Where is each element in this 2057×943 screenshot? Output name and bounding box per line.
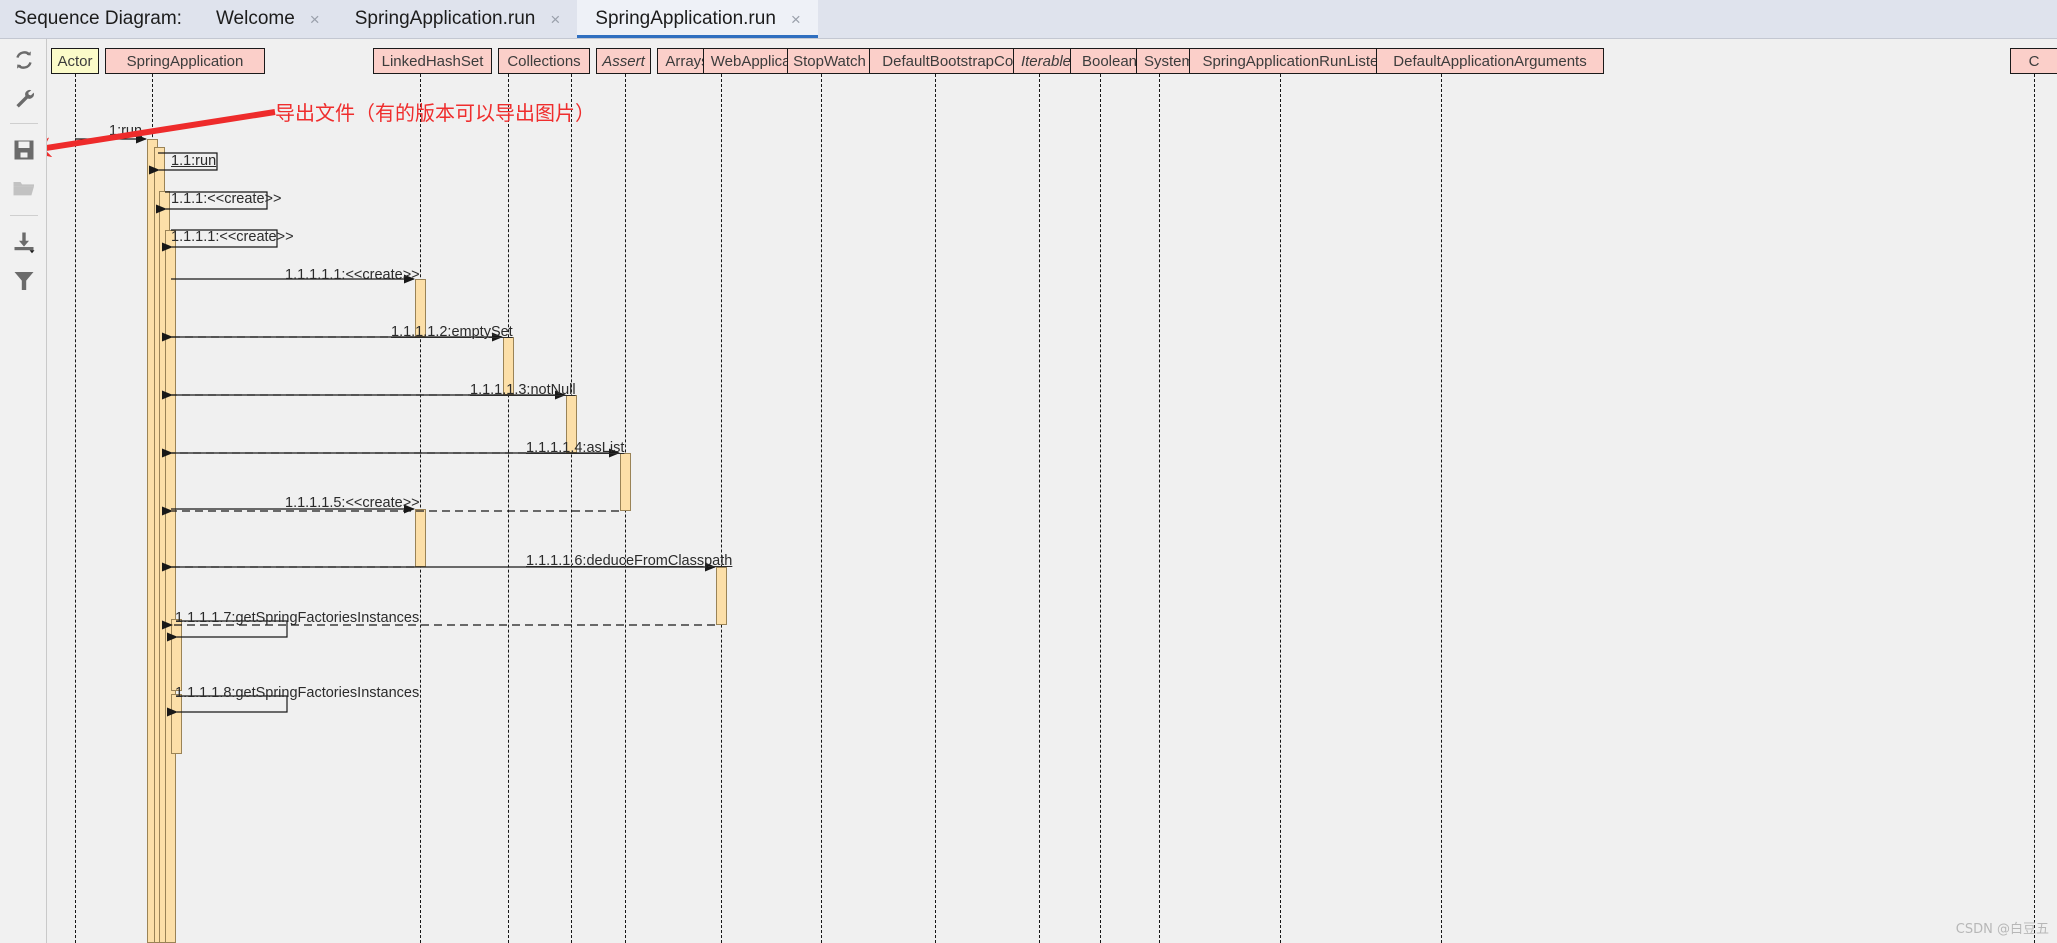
watermark: CSDN @白豆五 (1955, 922, 2049, 937)
refresh-button[interactable] (7, 43, 41, 77)
message-label: 1.1.1.1.7:getSpringFactoriesInstances (175, 610, 420, 626)
sequence-diagram: Actor SpringApplication LinkedHashSet Co… (47, 39, 2057, 943)
message-label: 1.1.1.1.6:deduceFromClasspath (526, 553, 733, 569)
wrench-icon (16, 89, 34, 108)
save-icon (14, 140, 34, 160)
tab-bar: Sequence Diagram: Welcome × SpringApplic… (0, 0, 2057, 39)
message-label: 1:run (109, 123, 143, 139)
message-label: 1.1.1.1.3:notNull (470, 382, 576, 398)
message-label: 1.1.1.1.8:getSpringFactoriesInstances (175, 685, 420, 701)
close-icon[interactable]: × (788, 9, 804, 30)
open-folder-icon (13, 182, 34, 196)
message-label: 1.1.1.1.2:emptySet (391, 324, 513, 340)
message-label: 1.1.1.1.1:<<create>> (285, 267, 420, 283)
settings-button[interactable] (7, 82, 41, 116)
export-button[interactable] (7, 225, 41, 259)
export-icon (14, 232, 35, 254)
tab-springapplication-run-2[interactable]: SpringApplication.run × (577, 0, 818, 38)
left-toolbar (0, 39, 47, 943)
tab-label: Welcome (215, 8, 295, 29)
diagram-canvas[interactable]: Actor SpringApplication LinkedHashSet Co… (47, 39, 2057, 943)
open-folder-button[interactable] (7, 172, 41, 206)
message-label: 1.1.1.1:<<create>> (171, 229, 294, 245)
export-file-button[interactable] (7, 133, 41, 167)
toolbar-divider (10, 123, 38, 124)
message-label: 1.1.1.1.5:<<create>> (285, 495, 420, 511)
tab-group-title: Sequence Diagram: (14, 8, 182, 29)
tab-springapplication-run-1[interactable]: SpringApplication.run × (337, 0, 578, 38)
message-arrows (75, 134, 716, 717)
message-label: 1.1.1:<<create>> (171, 191, 282, 207)
tab-label: SpringApplication.run (354, 8, 536, 29)
filter-button[interactable] (7, 264, 41, 298)
annotation-text: 导出文件（有的版本可以导出图片） (275, 101, 595, 125)
tab-welcome[interactable]: Welcome × (198, 0, 337, 38)
refresh-icon (16, 51, 32, 69)
toolbar-divider (10, 215, 38, 216)
close-icon[interactable]: × (307, 9, 323, 30)
message-label: 1.1.1.1.4:asList (526, 440, 625, 456)
tab-label: SpringApplication.run (595, 8, 776, 29)
filter-icon (14, 272, 34, 290)
message-label: 1.1:run (171, 153, 217, 169)
close-icon[interactable]: × (547, 9, 563, 30)
